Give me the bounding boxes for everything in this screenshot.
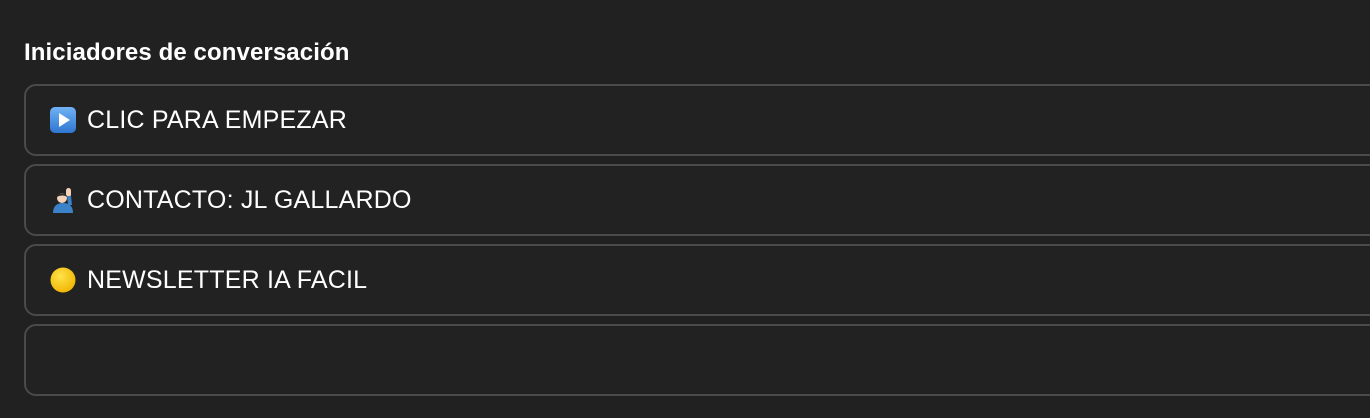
conversation-starter-input[interactable]: CONTACTO: JL GALLARDO bbox=[24, 164, 1370, 236]
conversation-starters-section: Iniciadores de conversación CLIC PARA EM… bbox=[24, 36, 1370, 396]
play-button-icon bbox=[48, 105, 78, 135]
conversation-starter-text: NEWSLETTER IA FACIL bbox=[87, 265, 368, 294]
person-raising-hand-icon bbox=[48, 185, 78, 215]
conversation-starter-input[interactable]: NEWSLETTER IA FACIL bbox=[24, 244, 1370, 316]
section-title: Iniciadores de conversación bbox=[24, 39, 350, 66]
conversation-starter-input-empty[interactable] bbox=[24, 324, 1370, 396]
conversation-starter-input[interactable]: CLIC PARA EMPEZAR bbox=[24, 84, 1370, 156]
conversation-starters-list: CLIC PARA EMPEZAR CONTACTO: JL GALLARDO bbox=[24, 84, 1370, 404]
conversation-starter-text: CONTACTO: JL GALLARDO bbox=[87, 185, 412, 214]
conversation-starter-text: CLIC PARA EMPEZAR bbox=[87, 105, 347, 134]
yellow-circle-icon bbox=[48, 265, 78, 295]
